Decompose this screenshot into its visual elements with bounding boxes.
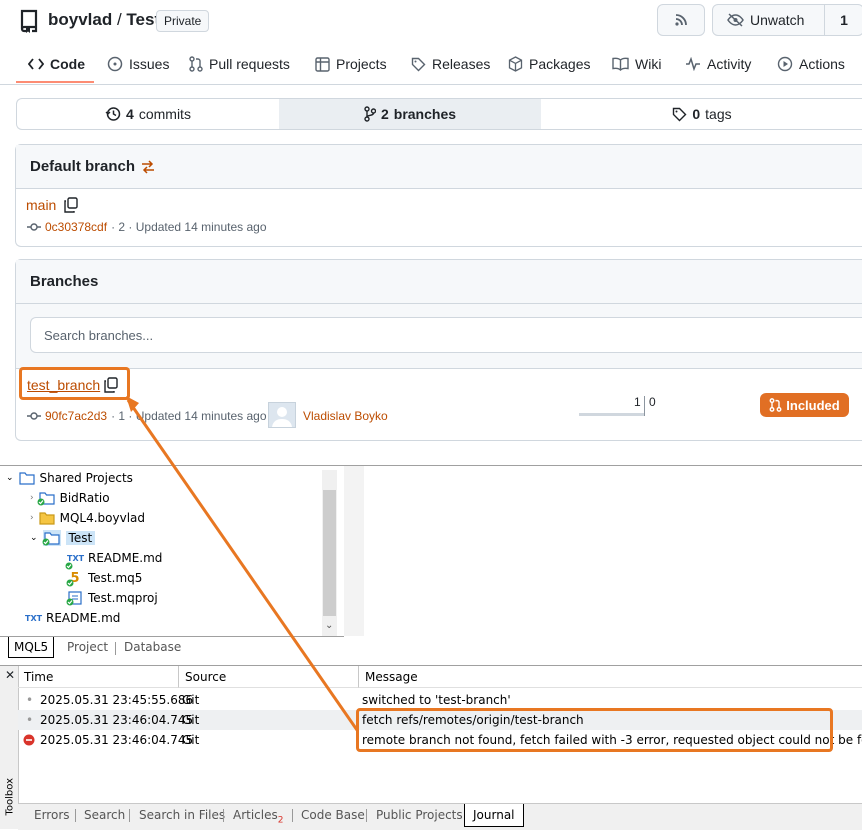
annotation-arrow-head [126,396,139,412]
annotation-arrow-line [126,399,359,731]
annotation-arrow [126,396,359,731]
